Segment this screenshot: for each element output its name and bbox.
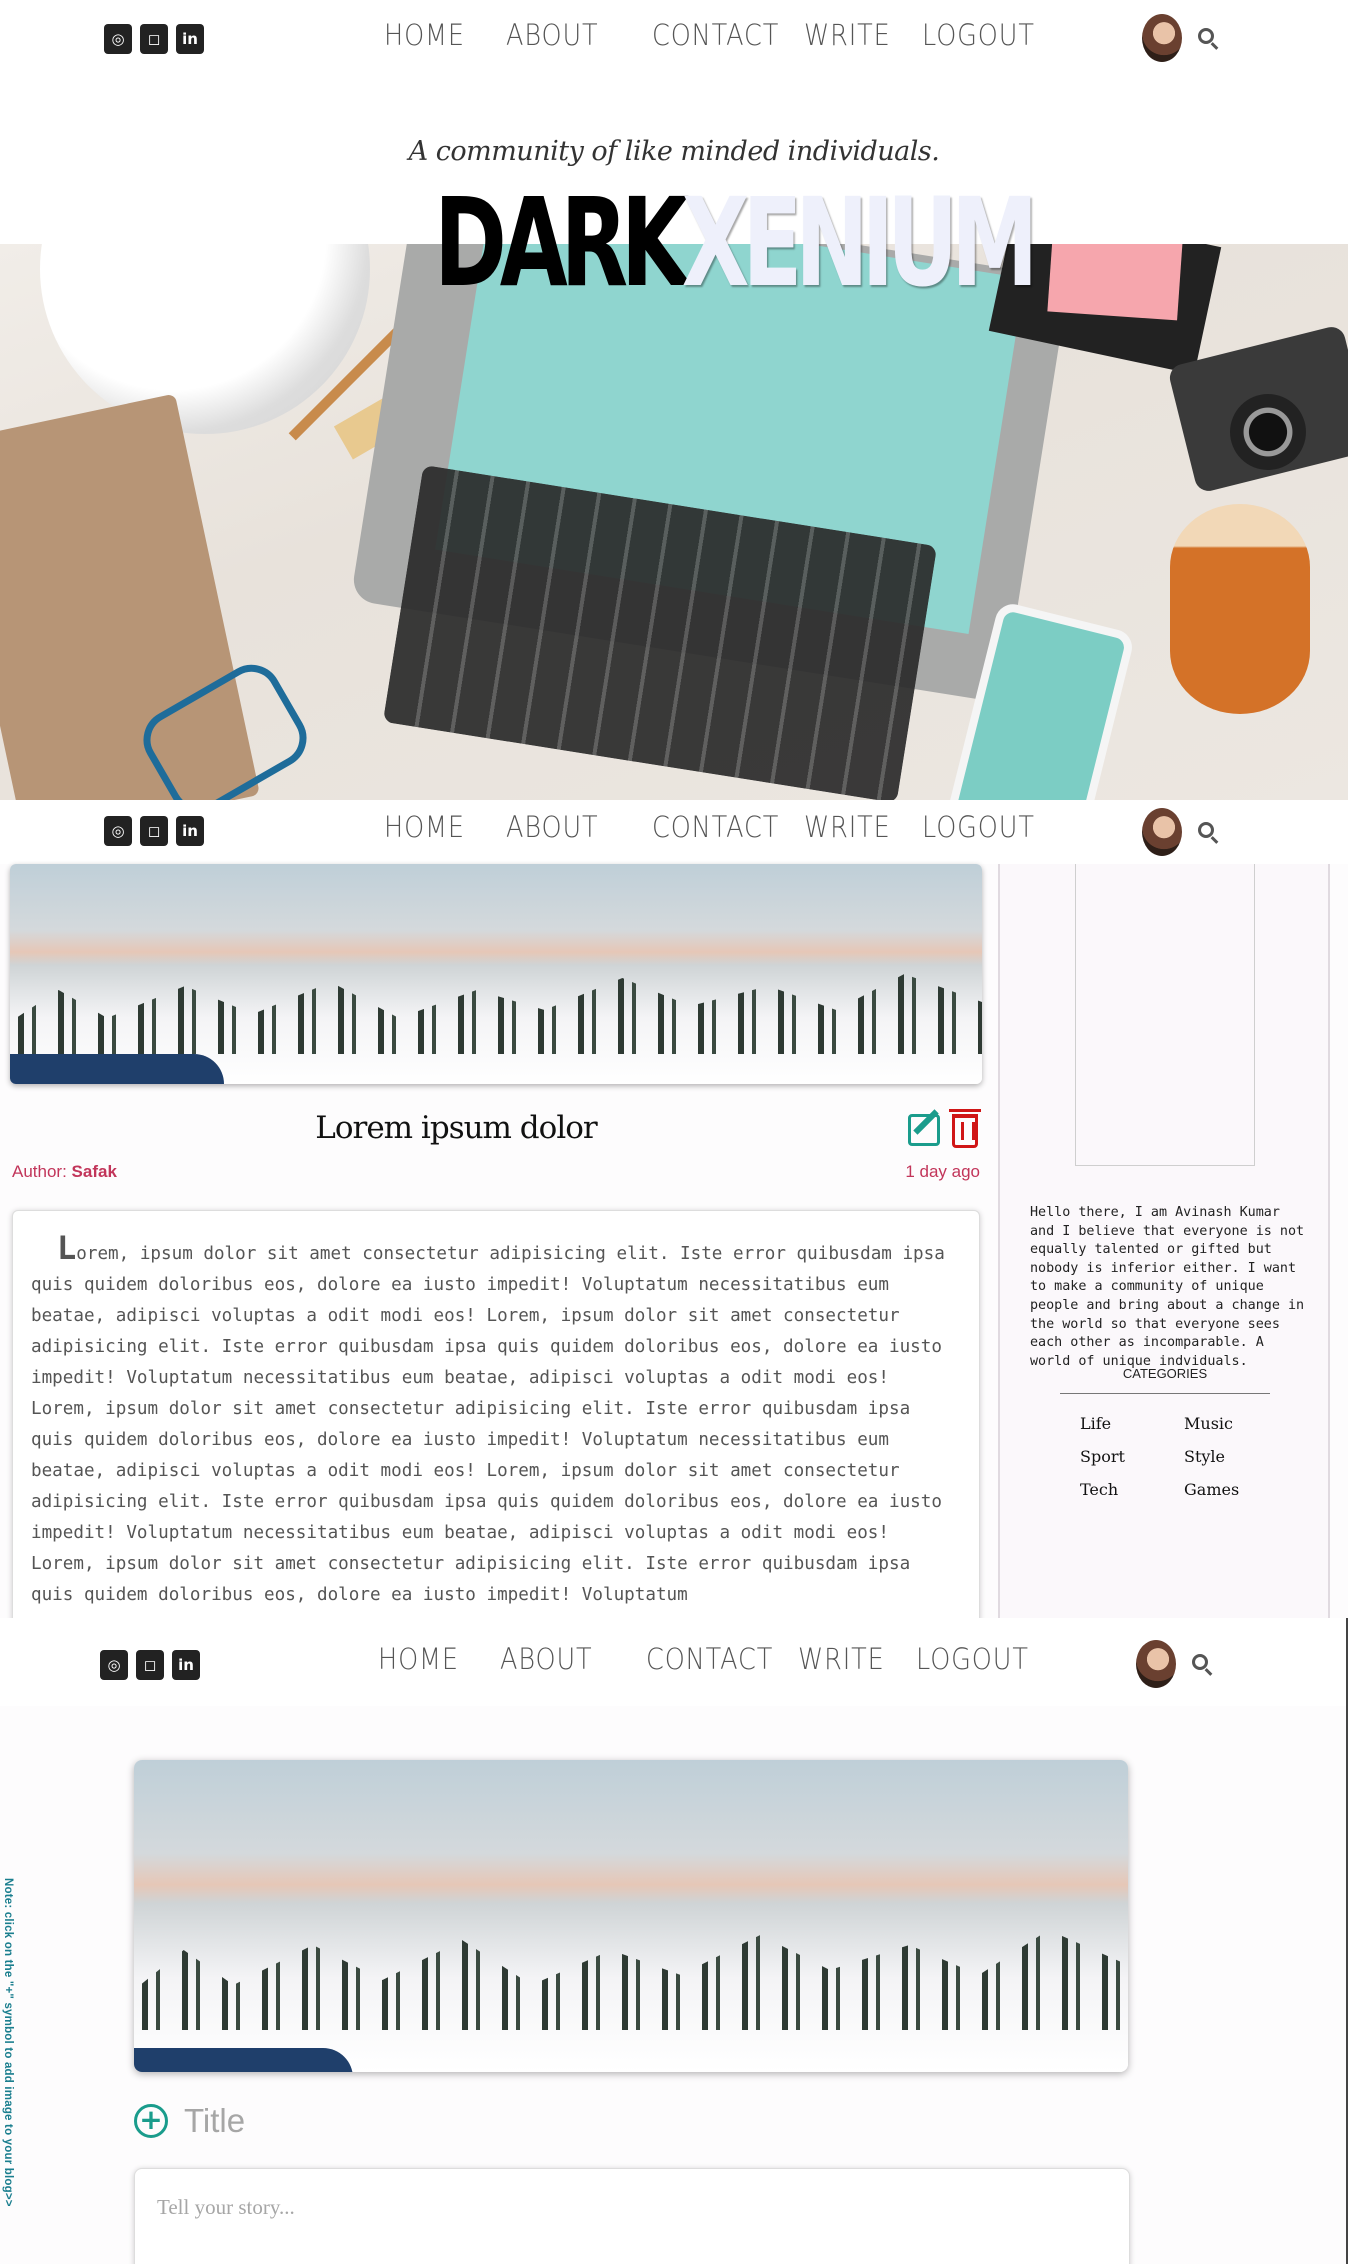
nav-write[interactable]: WRITE	[804, 18, 890, 52]
nav-contact[interactable]: CONTACT	[652, 18, 778, 52]
category-item-style[interactable]: Style	[1184, 1447, 1284, 1466]
social-links: ◎ ◻ in	[104, 24, 204, 54]
search-icon[interactable]	[1192, 1654, 1208, 1670]
nav-write[interactable]: WRITE	[798, 1642, 884, 1676]
categories-list: Life Music Sport Style Tech Games	[1080, 1414, 1284, 1499]
search-icon[interactable]	[1198, 28, 1214, 44]
category-item-music[interactable]: Music	[1184, 1414, 1284, 1433]
category-item-games[interactable]: Games	[1184, 1480, 1284, 1499]
write-page: ◎ ◻ in HOME ABOUT CONTACT WRITE LOGOUT N…	[0, 1618, 1348, 2264]
category-item-sport[interactable]: Sport	[1080, 1447, 1184, 1466]
nav-logout[interactable]: LOGOUT	[922, 18, 1036, 52]
nav-home[interactable]: HOME	[384, 18, 472, 52]
github-icon[interactable]: ◎	[104, 816, 132, 846]
main-nav: HOME ABOUT CONTACT WRITE LOGOUT	[384, 810, 1052, 844]
post-body: Lorem, ipsum dolor sit amet consectetur …	[12, 1210, 980, 1618]
main-nav: HOME ABOUT CONTACT WRITE LOGOUT	[384, 18, 1052, 52]
avatar[interactable]	[1142, 808, 1182, 856]
delete-icon[interactable]	[949, 1109, 981, 1148]
single-post-page: ◎ ◻ in HOME ABOUT CONTACT WRITE LOGOUT L…	[0, 800, 1348, 1618]
site-tagline: A community of like minded individuals.	[408, 136, 940, 167]
nav-write[interactable]: WRITE	[804, 810, 890, 844]
nav-home[interactable]: HOME	[384, 810, 472, 844]
logo-light-part: XENIUM	[681, 172, 1039, 314]
hero-image	[0, 244, 1348, 800]
linkedin-icon[interactable]: in	[176, 816, 204, 846]
github-icon[interactable]: ◎	[100, 1650, 128, 1680]
write-cover-image	[134, 1760, 1128, 2072]
sidebar: Hello there, I am Avinash Kumar and I be…	[998, 864, 1330, 1618]
add-image-button[interactable]: +	[134, 2104, 168, 2138]
nav-about[interactable]: ABOUT	[500, 1642, 609, 1676]
instagram-icon[interactable]: ◻	[136, 1650, 164, 1680]
author-label: Author:	[12, 1162, 67, 1181]
site-logo: DARKXENIUM	[434, 178, 1038, 308]
sidebar-image	[1075, 864, 1255, 1166]
linkedin-icon[interactable]: in	[176, 24, 204, 54]
category-item-life[interactable]: Life	[1080, 1414, 1184, 1433]
post-navbar: ◎ ◻ in HOME ABOUT CONTACT WRITE LOGOUT	[0, 800, 1348, 864]
edit-icon[interactable]	[908, 1114, 940, 1146]
avatar[interactable]	[1136, 1640, 1176, 1688]
nav-about[interactable]: ABOUT	[506, 18, 615, 52]
post-author: Author: Safak	[12, 1162, 117, 1182]
top-navbar: ◎ ◻ in HOME ABOUT CONTACT WRITE LOGOUT	[0, 0, 1348, 78]
nav-logout[interactable]: LOGOUT	[922, 810, 1036, 844]
instagram-icon[interactable]: ◻	[140, 24, 168, 54]
write-navbar: ◎ ◻ in HOME ABOUT CONTACT WRITE LOGOUT	[0, 1618, 1348, 1706]
search-icon[interactable]	[1198, 822, 1214, 838]
story-textarea[interactable]	[134, 2168, 1130, 2264]
post-date: 1 day ago	[905, 1162, 980, 1181]
main-nav: HOME ABOUT CONTACT WRITE LOGOUT	[378, 1642, 1046, 1676]
instagram-icon[interactable]: ◻	[140, 816, 168, 846]
avatar[interactable]	[1142, 14, 1182, 62]
nav-about[interactable]: ABOUT	[506, 810, 615, 844]
add-image-note: Note: click on the "+" symbol to add ima…	[2, 1878, 14, 2207]
logo-dark-part: DARK	[434, 172, 689, 314]
nav-contact[interactable]: CONTACT	[652, 810, 778, 844]
social-links: ◎ ◻ in	[100, 1650, 200, 1680]
nav-contact[interactable]: CONTACT	[646, 1642, 772, 1676]
categories-title: CATEGORIES	[1060, 1366, 1270, 1394]
author-name-link[interactable]: Safak	[72, 1162, 117, 1181]
category-item-tech[interactable]: Tech	[1080, 1480, 1184, 1499]
social-links: ◎ ◻ in	[104, 816, 204, 846]
title-input[interactable]	[184, 2098, 784, 2144]
github-icon[interactable]: ◎	[104, 24, 132, 54]
post-title: Lorem ipsum dolor	[315, 1110, 597, 1146]
sidebar-about-text: Hello there, I am Avinash Kumar and I be…	[1030, 1205, 1305, 1369]
nav-home[interactable]: HOME	[378, 1642, 466, 1676]
linkedin-icon[interactable]: in	[172, 1650, 200, 1680]
nav-logout[interactable]: LOGOUT	[916, 1642, 1030, 1676]
post-cover-image	[10, 864, 982, 1084]
